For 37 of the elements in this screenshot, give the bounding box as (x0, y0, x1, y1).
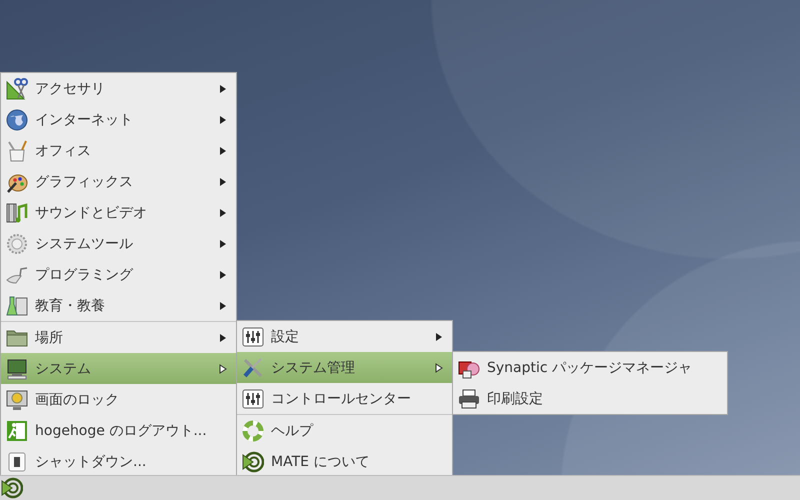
globe-icon (6, 108, 28, 130)
spiral-logo-icon (242, 450, 264, 472)
sliders-icon (242, 326, 264, 348)
padlock-monitor-icon (6, 388, 28, 410)
menu-item[interactable]: システムツール (1, 228, 236, 259)
menu-item[interactable]: Synaptic パッケージマネージャ (453, 352, 727, 383)
menu-item[interactable]: 印刷設定 (453, 383, 727, 414)
menu-item[interactable]: アクセサリ (1, 73, 236, 104)
gear-icon (6, 232, 28, 254)
switch-icon (6, 450, 28, 472)
printer-icon (458, 388, 480, 410)
menu-item[interactable]: プログラミング (1, 259, 236, 290)
running-man-icon (6, 420, 28, 442)
brush-cup-icon (6, 140, 28, 162)
menu-item[interactable]: 設定 (237, 321, 452, 352)
monitor-icon (6, 358, 28, 380)
film-note-icon (6, 202, 28, 224)
lifebuoy-icon (242, 420, 264, 442)
menu-item[interactable]: インターネット (1, 104, 236, 135)
scissors-ruler-icon (6, 78, 28, 100)
menu-item[interactable]: システム管理 (237, 352, 452, 383)
menu-item[interactable]: 教育・教養 (1, 290, 236, 321)
menu-item[interactable]: ヘルプ (237, 415, 452, 446)
menu-item[interactable]: サウンドとビデオ (1, 197, 236, 228)
menu-item[interactable]: コントロールセンター (237, 383, 452, 414)
menu-item[interactable]: 場所 (1, 322, 236, 353)
menu-item[interactable]: シャットダウン... (1, 446, 236, 477)
menu-item[interactable]: hogehoge のログアウト... (1, 415, 236, 446)
flask-icon (6, 294, 28, 316)
menu-item[interactable]: オフィス (1, 135, 236, 166)
menu-item[interactable]: MATE について (237, 446, 452, 477)
menu-item[interactable]: システム (1, 353, 236, 384)
screwdriver-wrench-icon (242, 356, 264, 378)
menu-item[interactable]: グラフィックス (1, 166, 236, 197)
sliders-icon (242, 388, 264, 410)
menu-logo-icon[interactable] (1, 477, 23, 499)
menu-item[interactable]: 画面のロック (1, 384, 236, 415)
